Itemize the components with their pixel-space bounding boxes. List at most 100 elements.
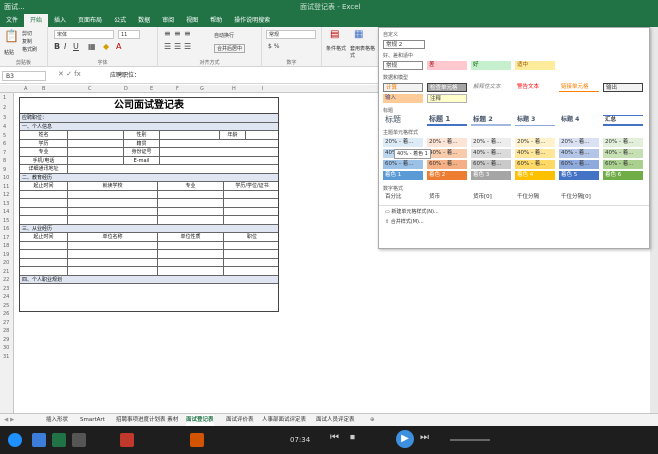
work-row[interactable] — [20, 258, 278, 267]
style-40-accent3[interactable]: 40% - 着... — [471, 149, 511, 158]
gender-label[interactable]: 性别 — [124, 131, 160, 139]
style-accent6[interactable]: 着色 6 — [603, 171, 643, 180]
underline-icon[interactable]: U — [73, 43, 79, 51]
style-linked-cell[interactable]: 链接单元格 — [559, 83, 599, 92]
col-I[interactable]: I — [262, 85, 263, 93]
edu-col-school[interactable]: 就读学校 — [68, 182, 158, 190]
style-60-accent3[interactable]: 60% - 着... — [471, 160, 511, 169]
app-taskbar-icon[interactable] — [72, 433, 86, 447]
name-box[interactable]: B3 — [2, 71, 46, 81]
tab-insert[interactable]: 插入 — [48, 14, 72, 27]
col-A[interactable]: A — [24, 85, 27, 93]
align-bottom-icon[interactable]: ≡ — [184, 30, 191, 38]
edu-col-degree[interactable]: 学历/学位/证书 — [224, 182, 280, 190]
tab-help[interactable]: 帮助 — [204, 14, 228, 27]
idcard-label[interactable]: 身份证号 — [124, 148, 160, 156]
education-value[interactable] — [68, 139, 124, 148]
tab-view[interactable]: 视图 — [180, 14, 204, 27]
work-row[interactable] — [20, 250, 278, 259]
major-label[interactable]: 专业 — [20, 148, 68, 156]
merge-styles-button[interactable]: ⇪ 合并样式(M)... — [383, 218, 503, 227]
player-taskbar-icon[interactable] — [190, 433, 204, 447]
row-15[interactable]: 15 — [3, 218, 9, 224]
style-20-accent4[interactable]: 20% - 着... — [515, 138, 555, 147]
style-normal[interactable]: 常规 — [383, 61, 423, 70]
style-good[interactable]: 好 — [471, 61, 511, 70]
gender-value[interactable] — [160, 131, 220, 139]
col-C[interactable]: C — [88, 85, 92, 93]
education-label[interactable]: 学历 — [20, 139, 68, 148]
row-18[interactable]: 18 — [3, 243, 9, 249]
align-top-icon[interactable]: ≡ — [164, 30, 171, 38]
style-60-accent6[interactable]: 60% - 着... — [603, 160, 643, 169]
prev-icon[interactable]: ⏮ — [330, 432, 339, 443]
style-60-accent5[interactable]: 60% - 着... — [559, 160, 599, 169]
edu-col-major[interactable]: 专业 — [158, 182, 224, 190]
section-education[interactable]: 二、教育经历 — [20, 173, 278, 182]
work-col-period[interactable]: 起止时间 — [20, 233, 68, 241]
style-neutral[interactable]: 适中 — [515, 61, 555, 70]
add-sheet-icon[interactable]: ⊕ — [370, 415, 375, 426]
font-color-icon[interactable]: A — [116, 43, 121, 51]
style-input[interactable]: 输入 — [383, 94, 423, 103]
style-bad[interactable]: 差 — [427, 61, 467, 70]
conditional-format-icon[interactable]: ▤ — [330, 30, 339, 40]
position-row[interactable]: 应聘职位： — [20, 114, 278, 123]
work-col-type[interactable]: 单位性质 — [158, 233, 224, 241]
style-60-accent1[interactable]: 60% - 着... — [383, 160, 423, 169]
style-accent4[interactable]: 着色 4 — [515, 171, 555, 180]
start-icon[interactable] — [8, 433, 22, 447]
row-9[interactable]: 9 — [3, 167, 6, 173]
tab-formulas[interactable]: 公式 — [108, 14, 132, 27]
row-22[interactable]: 22 — [3, 277, 9, 283]
row-16[interactable]: 16 — [3, 226, 9, 232]
edu-row[interactable] — [20, 199, 278, 208]
tab-review[interactable]: 审阅 — [156, 14, 180, 27]
row-20[interactable]: 20 — [3, 260, 9, 266]
row-4[interactable]: 4 — [3, 124, 6, 130]
phone-label[interactable]: 手机/电话 — [20, 156, 68, 165]
style-accent1[interactable]: 着色 1 — [383, 171, 423, 180]
stop-icon[interactable]: ⏹ — [350, 432, 355, 443]
play-icon[interactable]: ▶ — [396, 430, 414, 448]
sheet-tab-interview-eval[interactable]: 面试评价表 — [226, 415, 254, 426]
row-25[interactable]: 25 — [3, 303, 9, 309]
col-E[interactable]: E — [150, 85, 153, 93]
row-17[interactable]: 17 — [3, 235, 9, 241]
style-40-accent5[interactable]: 40% - 着... — [559, 149, 599, 158]
phone-value[interactable] — [68, 156, 124, 165]
conditional-format-button[interactable]: 条件格式 — [326, 45, 348, 52]
row-24[interactable]: 24 — [3, 294, 9, 300]
style-20-accent2[interactable]: 20% - 着... — [427, 138, 467, 147]
tab-home[interactable]: 开始 — [24, 14, 49, 27]
fill-color-icon[interactable]: ◆ — [103, 43, 109, 51]
work-row[interactable] — [20, 267, 278, 276]
name-value[interactable] — [68, 131, 124, 139]
style-40-accent4[interactable]: 40% - 着... — [515, 149, 555, 158]
sheet-tab-insert-shape[interactable]: 插入形状 — [46, 415, 68, 426]
style-accent2[interactable]: 着色 2 — [427, 171, 467, 180]
merge-center-button[interactable]: 合并后居中 — [214, 44, 246, 53]
bold-icon[interactable]: B — [54, 43, 60, 51]
tab-data[interactable]: 数据 — [132, 14, 156, 27]
col-G[interactable]: G — [200, 85, 204, 93]
style-accent5[interactable]: 着色 5 — [559, 171, 599, 180]
next-icon[interactable]: ⏭ — [420, 432, 429, 443]
sheet-tab-smartart[interactable]: SmartArt — [80, 415, 105, 426]
style-currency[interactable]: 货币 — [427, 193, 467, 202]
work-col-company[interactable]: 单位名称 — [68, 233, 158, 241]
tab-file[interactable]: 文件 — [0, 14, 24, 27]
explorer-icon[interactable] — [32, 433, 46, 447]
major-value[interactable] — [68, 148, 124, 156]
row-13[interactable]: 13 — [3, 201, 9, 207]
form-title[interactable]: 公司面试登记表 — [20, 98, 278, 114]
style-40-accent2[interactable]: 40% - 着... — [427, 149, 467, 158]
style-currency0[interactable]: 货币[0] — [471, 193, 511, 202]
tab-nav-icon[interactable]: ◀ ▶ — [4, 415, 14, 426]
italic-icon[interactable]: I — [64, 43, 66, 51]
border-icon[interactable]: ▦ — [88, 43, 96, 51]
row-23[interactable]: 23 — [3, 286, 9, 292]
style-heading4[interactable]: 标题 4 — [559, 115, 599, 126]
style-percent[interactable]: 百分比 — [383, 193, 423, 202]
work-row[interactable] — [20, 241, 278, 250]
